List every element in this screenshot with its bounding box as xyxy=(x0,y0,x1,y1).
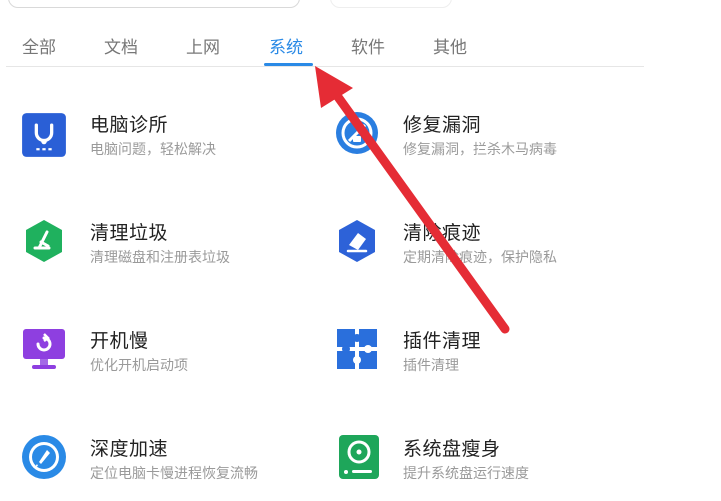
tab-internet[interactable]: 上网 xyxy=(186,33,220,58)
tool-name: 系统盘瘦身 xyxy=(403,438,501,460)
tool-description: 电脑问题，轻松解决 xyxy=(90,142,216,158)
tool-name: 清除痕迹 xyxy=(403,222,482,244)
tool-deep-acceleration[interactable]: 深度加速 定位电脑卡慢进程恢复流畅 xyxy=(21,434,321,494)
tool-name: 插件清理 xyxy=(403,330,482,352)
category-tabbar: 全部 文档 上网 系统 软件 其他 xyxy=(0,26,645,66)
tabbar-divider xyxy=(6,66,644,67)
tool-name: 电脑诊所 xyxy=(90,114,169,136)
tool-description: 提升系统盘运行速度 xyxy=(403,466,529,482)
tab-documents[interactable]: 文档 xyxy=(104,33,138,58)
tool-slow-boot[interactable]: 开机慢 优化开机启动项 xyxy=(21,326,321,386)
tool-name: 开机慢 xyxy=(90,330,149,352)
tool-clean-junk[interactable]: 清理垃圾 清理磁盘和注册表垃圾 xyxy=(21,218,321,278)
tool-name: 深度加速 xyxy=(90,438,169,460)
tool-clear-traces[interactable]: 清除痕迹 定期清除痕迹，保护隐私 xyxy=(334,218,634,278)
shield-repair-icon xyxy=(334,110,380,156)
eraser-icon xyxy=(334,218,380,264)
tool-name: 清理垃圾 xyxy=(90,222,169,244)
search-box-edge[interactable] xyxy=(8,0,300,8)
tool-description: 插件清理 xyxy=(403,358,459,374)
tool-name: 修复漏洞 xyxy=(403,114,482,136)
tool-description: 定位电脑卡慢进程恢复流畅 xyxy=(90,466,258,482)
stethoscope-icon xyxy=(21,112,66,157)
tool-system-disk-slimming[interactable]: 系统盘瘦身 提升系统盘运行速度 xyxy=(334,434,634,494)
tool-description: 优化开机启动项 xyxy=(90,358,188,374)
broom-icon xyxy=(21,218,67,264)
monitor-icon xyxy=(21,326,67,372)
tab-other[interactable]: 其他 xyxy=(433,33,467,58)
tab-all[interactable]: 全部 xyxy=(22,33,56,58)
tab-system[interactable]: 系统 xyxy=(269,33,303,58)
tab-software[interactable]: 软件 xyxy=(351,33,385,58)
disk-icon xyxy=(336,434,379,480)
tool-description: 修复漏洞，拦杀木马病毒 xyxy=(403,142,557,158)
rocket-icon xyxy=(21,434,67,480)
puzzle-icon xyxy=(334,326,380,372)
tool-description: 清理磁盘和注册表垃圾 xyxy=(90,250,230,266)
tool-description: 定期清除痕迹，保护隐私 xyxy=(403,250,557,266)
tool-computer-clinic[interactable]: 电脑诊所 电脑问题，轻松解决 xyxy=(21,110,321,170)
search-button-edge[interactable] xyxy=(330,0,452,8)
tool-fix-vulnerabilities[interactable]: 修复漏洞 修复漏洞，拦杀木马病毒 xyxy=(334,110,634,170)
tool-plugin-cleanup[interactable]: 插件清理 插件清理 xyxy=(334,326,634,386)
